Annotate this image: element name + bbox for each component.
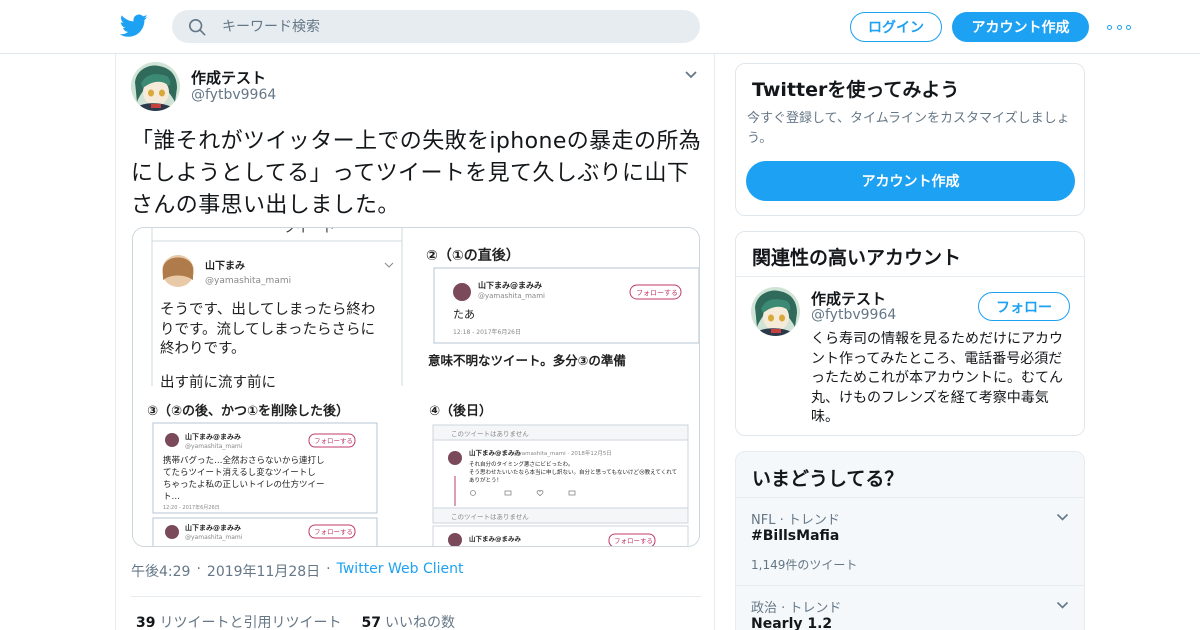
related-title: 関連性の高いアカウント	[752, 247, 962, 269]
trend-count: 1,149件のツイート	[751, 558, 858, 572]
promo-signup-button[interactable]: アカウント作成	[746, 161, 1075, 201]
author-name[interactable]: 作成テスト	[191, 67, 266, 88]
trends-title: いまどうしてる？	[752, 468, 904, 490]
retweets-label: リツイートと引用リツイート	[159, 615, 342, 630]
media-panel-2-follow: フォローする	[636, 289, 678, 297]
media-panel-3-line-0: 携帯バグった…全然おさらないから連打し	[163, 455, 325, 466]
media-panel-3-time: 12:20 - 2017年6月26日	[163, 504, 220, 511]
chevron-down-icon[interactable]	[1056, 513, 1069, 522]
media-panel-4-handle-date: @yamashita_mami · 2018年12月5日	[513, 449, 612, 457]
media-panel-3-line-3: ト…	[163, 492, 180, 502]
top-bar: ログイン アカウント作成	[0, 0, 1200, 54]
media-panel-3-name: 山下まみ@まみみ	[185, 432, 241, 441]
media-panel-2-handle: @yamashita_mami	[478, 292, 545, 300]
tweet-stats: 39 リツイートと引用リツイート 57 いいねの数	[136, 612, 455, 630]
signup-promo-card: Twitterを使ってみよう 今すぐ登録して、タイムラインをカスタマイズしましょ…	[735, 63, 1085, 216]
search-icon	[188, 18, 206, 35]
trends-card: いまどうしてる？ NFL · トレンド #BillsMafia 1,149件のツ…	[735, 451, 1085, 630]
media-panel-2-body: たあ	[453, 308, 475, 321]
meta-separator-2: ·	[326, 561, 331, 577]
meta-separator: ·	[196, 561, 201, 577]
media-panel-1-line-1: りです。流してしまったらさらに	[160, 321, 375, 338]
search-input[interactable]	[222, 18, 682, 35]
media-panel-3: ③（②の後、かつ①を削除した後） 山下まみ@まみみ @yamashita_mam…	[147, 403, 378, 546]
related-bio: くら寿司の情報を見るためだけにアカウント作ってみたところ、電話番号必須だったため…	[811, 331, 1063, 425]
author-handle[interactable]: @fytbv9964	[191, 87, 276, 103]
media-panel-4-reply-0: それ自分のタイミング悪さにビビったわ。	[469, 460, 574, 468]
likes-label: いいねの数	[384, 615, 455, 630]
related-accounts-card: 関連性の高いアカウント 作成テスト @fytbv9964 フォロー くら寿司の情…	[735, 231, 1085, 436]
trend-name[interactable]: Nearly 1.2	[751, 616, 832, 630]
media-panel-4-reply-1: そう思わせたいいたなら本当に申し訳ない。自分と思ってもないけど😢教えてくれて	[469, 468, 677, 476]
media-panel-3-follow: フォローする	[314, 437, 353, 445]
media-panel-1-header: ツイート	[283, 228, 335, 236]
login-button[interactable]: ログイン	[850, 12, 942, 42]
media-panel-4-reply-2: ありがとう！	[469, 476, 502, 484]
media-panel-2-caption: 意味不明なツイート。多分③の準備	[428, 353, 626, 368]
trend-context: NFL · トレンド	[751, 513, 840, 528]
media-panel-3-handle: @yamashita_mami	[185, 443, 243, 450]
media-panel-4-follow: フォローする	[614, 537, 653, 545]
tweet-detail: 作成テスト @fytbv9964 「誰それがツイッター上での失敗をiphoneの…	[115, 54, 715, 630]
more-options-icon[interactable]	[1107, 17, 1131, 37]
media-panel-4-label: ④（後日）	[429, 403, 492, 419]
trend-context: 政治 · トレンド	[751, 601, 842, 616]
media-panel-3-line-2: ちゃったよ私の正しいトイレの仕方ツイー	[163, 479, 325, 490]
promo-description: 今すぐ登録して、タイムラインをカスタマイズしましょう。	[747, 111, 1070, 146]
media-panel-1-line-4: 出す前に流す前に	[160, 374, 276, 391]
search-bar[interactable]	[172, 10, 700, 43]
retweets-count: 39	[136, 615, 156, 630]
trend-name[interactable]: #BillsMafia	[751, 528, 839, 544]
trend-item[interactable]: 政治 · トレンド Nearly 1.2	[736, 585, 1084, 630]
trend-item[interactable]: NFL · トレンド #BillsMafia 1,149件のツイート	[736, 497, 1084, 585]
divider	[131, 596, 701, 597]
tweet-meta: 午後4:29 · 2019年11月28日 · Twitter Web Clien…	[131, 561, 464, 581]
media-panel-1-line-0: そうです、出してしまったら終わ	[160, 301, 375, 318]
media-panel-3b-follow: フォローする	[314, 528, 353, 536]
promo-title: Twitterを使ってみよう	[752, 79, 960, 101]
likes-stat[interactable]: 57 いいねの数	[361, 612, 454, 630]
tweet-media-image[interactable]: ツイート 山下まみ @yamashita_mami そうです、出してしまったら終…	[132, 227, 700, 547]
media-panel-1-name: 山下まみ	[205, 259, 245, 272]
tweet-source-link[interactable]: Twitter Web Client	[337, 561, 464, 581]
media-panel-3-label: ③（②の後、かつ①を削除した後）	[147, 403, 349, 419]
likes-count: 57	[361, 615, 381, 630]
media-panel-2-time: 12:18 - 2017年6月26日	[453, 328, 521, 336]
related-avatar[interactable]	[751, 287, 800, 336]
tweet-time[interactable]: 午後4:29	[131, 561, 190, 581]
related-name[interactable]: 作成テスト	[811, 288, 886, 309]
chevron-down-icon[interactable]	[684, 70, 698, 80]
divider	[736, 276, 1084, 277]
media-panel-4-name-2: 山下まみ@まみみ	[469, 534, 522, 543]
media-panel-3b-handle: @yamashita_mami	[185, 534, 243, 541]
retweets-stat[interactable]: 39 リツイートと引用リツイート	[136, 612, 341, 630]
tweet-date[interactable]: 2019年11月28日	[207, 561, 320, 581]
media-panel-3-line-1: てたらツイート消えるし変なツイートし	[163, 467, 316, 478]
tweet-text: 「誰それがツイッター上での失敗をiphoneの暴走の所為にしようとしてる」ってツ…	[131, 129, 702, 218]
chevron-down-icon[interactable]	[1056, 601, 1069, 610]
media-panel-3b-name: 山下まみ@まみみ	[185, 523, 241, 532]
related-handle[interactable]: @fytbv9964	[811, 307, 896, 323]
media-panel-2-label: ②（①の直後）	[426, 247, 520, 264]
media-panel-4-unavailable-2: このツイートはありません	[451, 513, 529, 521]
follow-button[interactable]: フォロー	[978, 292, 1070, 321]
media-panel-1-handle: @yamashita_mami	[205, 276, 291, 286]
signup-button[interactable]: アカウント作成	[952, 12, 1089, 42]
twitter-bird-icon[interactable]	[120, 13, 148, 39]
media-panel-2-name: 山下まみ@まみみ	[478, 280, 542, 290]
author-avatar[interactable]	[131, 62, 180, 111]
media-panel-1-line-2: 終わりです。	[160, 340, 246, 357]
media-panel-4-unavailable: このツイートはありません	[451, 430, 529, 438]
